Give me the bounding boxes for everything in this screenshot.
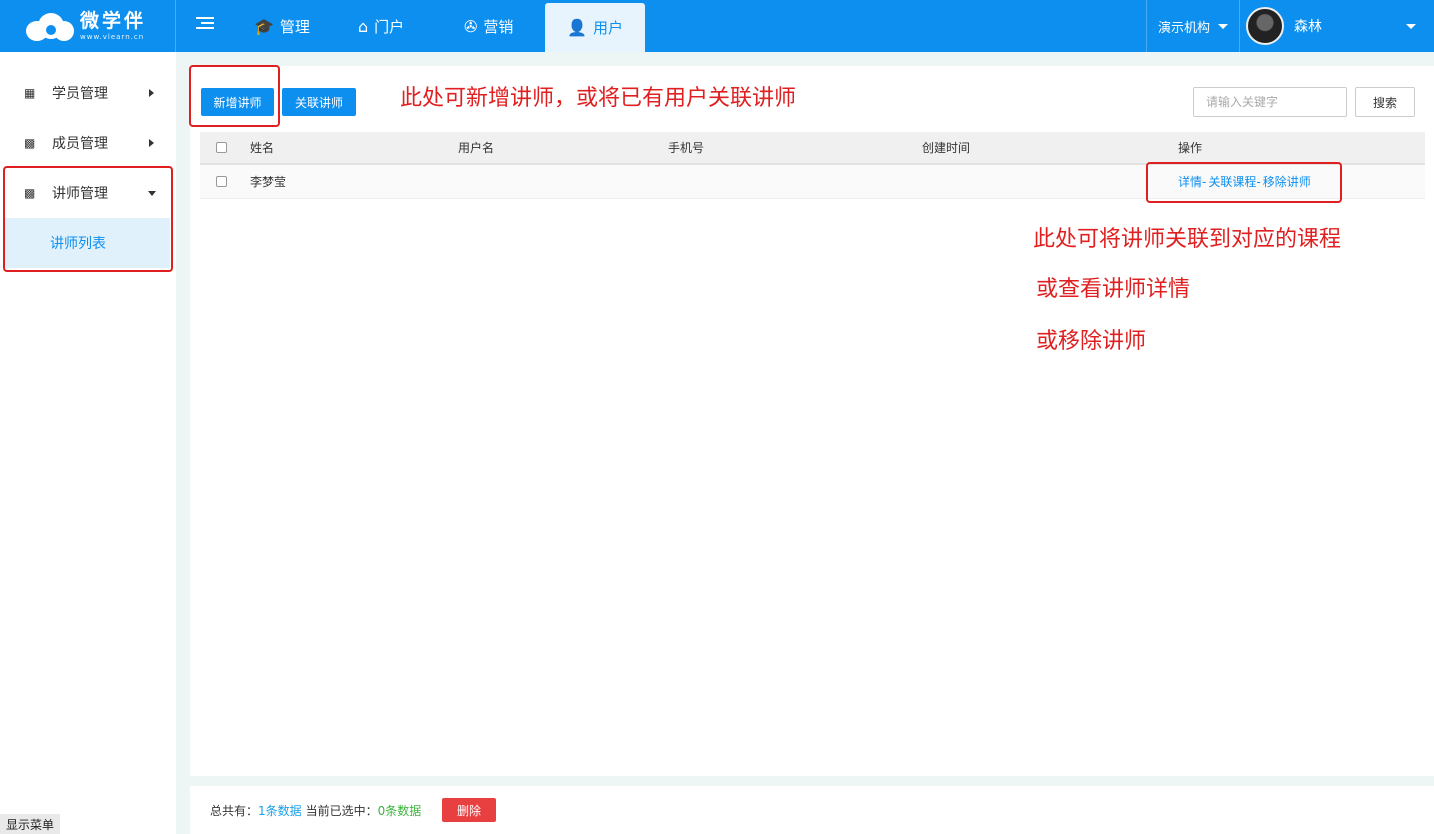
select-all-checkbox[interactable]: [216, 142, 227, 153]
link-teacher-button[interactable]: 关联讲师: [282, 88, 356, 116]
row-checkbox[interactable]: [216, 176, 227, 187]
sidebar-item-label: 学员管理: [52, 86, 108, 102]
building-icon: ▦: [24, 86, 36, 100]
nav-user-label: 用户: [592, 19, 623, 37]
aperture-icon: ✇: [464, 16, 478, 36]
org-label: 演示机构: [1157, 20, 1210, 36]
annotation-line3: 或移除讲师: [1036, 329, 1147, 354]
user-gear-icon: 👤: [567, 18, 587, 37]
chevron-right-icon: [149, 139, 154, 147]
username: 森林: [1294, 19, 1322, 35]
menu-toggle-icon[interactable]: [196, 17, 214, 33]
nav-marketing[interactable]: ✇ 营销: [464, 0, 513, 52]
cloud-logo-icon: [26, 11, 74, 41]
annotation-line1: 此处可将讲师关联到对应的课程: [1033, 227, 1342, 252]
selected-label: 当前已选中：: [305, 803, 378, 818]
user-menu[interactable]: 森林: [1246, 0, 1416, 52]
sidebar-item-students[interactable]: ▦ 学员管理: [0, 68, 176, 118]
brand-name: 微学伴: [80, 9, 147, 32]
annotation-box-buttons: [189, 65, 280, 127]
graduation-cap-icon: 🎓: [254, 16, 274, 36]
caret-down-icon: [1406, 23, 1416, 29]
grid-icon: ▩: [24, 136, 36, 150]
table-header: 姓名 用户名 手机号 创建时间 操作: [200, 132, 1425, 165]
annotation-box-sidebar: [3, 166, 173, 272]
sidebar-item-label: 成员管理: [52, 136, 108, 152]
annotation-top: 此处可新增讲师，或将已有用户关联讲师: [400, 86, 797, 111]
annotation-box-actions: [1146, 162, 1342, 203]
column-header-ops: 操作: [1178, 141, 1203, 155]
total-count: 1条数据: [258, 803, 302, 818]
nav-user[interactable]: 👤 用户: [545, 3, 645, 52]
brand-url: www.vlearn.cn: [80, 32, 145, 41]
org-selector[interactable]: 演示机构: [1146, 0, 1240, 52]
logo[interactable]: 微学伴 www.vlearn.cn: [0, 0, 176, 52]
nav-portal-label: 门户: [374, 17, 405, 36]
nav-manage-label: 管理: [279, 17, 310, 36]
search-input[interactable]: [1193, 87, 1347, 117]
caret-down-icon: [1218, 23, 1228, 29]
total-label: 总共有：: [210, 803, 259, 818]
show-menu-button[interactable]: 显示菜单: [0, 814, 60, 834]
cell-name: 李梦莹: [250, 175, 287, 189]
column-header-created: 创建时间: [922, 141, 971, 155]
nav-manage[interactable]: 🎓 管理: [254, 0, 310, 52]
delete-button[interactable]: 删除: [442, 798, 496, 822]
column-header-username: 用户名: [458, 141, 495, 155]
nav-portal[interactable]: ⌂ 门户: [358, 0, 404, 52]
sidebar-item-members[interactable]: ▩ 成员管理: [0, 118, 176, 168]
chevron-right-icon: [149, 89, 154, 97]
annotation-line2: 或查看讲师详情: [1036, 277, 1191, 302]
search-button[interactable]: 搜索: [1355, 87, 1415, 117]
nav-marketing-label: 营销: [483, 17, 514, 36]
top-bar: 微学伴 www.vlearn.cn 🎓 管理 ⌂ 门户 ✇ 营销 👤 用户 演示…: [0, 0, 1434, 52]
footer-summary: 总共有： 1条数据 当前已选中： 0条数据: [210, 786, 421, 834]
column-header-name: 姓名: [250, 141, 275, 155]
footer-bar: 总共有： 1条数据 当前已选中： 0条数据 删除: [190, 786, 1434, 834]
home-icon: ⌂: [358, 16, 369, 36]
avatar: [1246, 7, 1284, 45]
selected-count: 0条数据: [377, 803, 422, 818]
column-header-phone: 手机号: [668, 141, 705, 155]
